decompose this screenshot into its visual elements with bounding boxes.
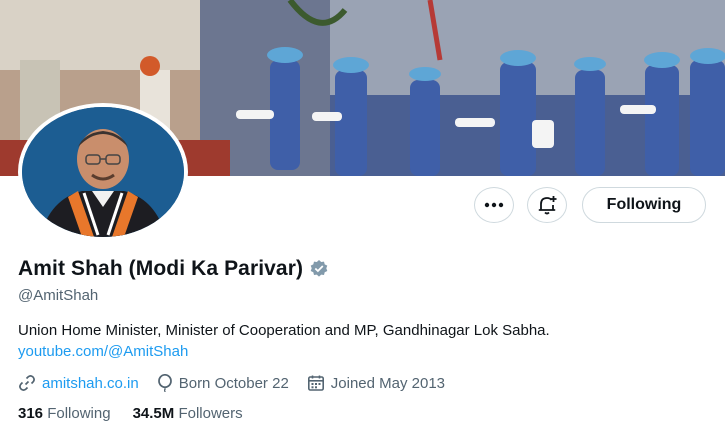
bell-plus-icon xyxy=(536,194,558,216)
followers-count: 34.5M xyxy=(132,405,175,422)
profile-name: Amit Shah (Modi Ka Parivar) xyxy=(18,257,304,280)
following-label: Following xyxy=(47,405,111,422)
followers-label: Followers xyxy=(178,405,243,422)
profile-handle: @AmitShah xyxy=(18,287,99,304)
profile-name-row: Amit Shah (Modi Ka Parivar) xyxy=(18,257,329,281)
website-link[interactable]: amitshah.co.in xyxy=(42,375,139,392)
profile-bio: Union Home Minister, Minister of Coopera… xyxy=(18,322,550,339)
website-item: amitshah.co.in xyxy=(18,374,139,392)
followers-stat[interactable]: 34.5M Followers xyxy=(133,405,243,422)
calendar-icon xyxy=(307,374,325,392)
avatar-image xyxy=(22,107,184,237)
following-stat[interactable]: 316 Following xyxy=(18,405,111,422)
more-icon xyxy=(484,202,504,208)
notifications-button[interactable] xyxy=(527,187,567,223)
more-button[interactable] xyxy=(474,187,514,223)
profile-stats: 316 Following 34.5M Followers xyxy=(18,405,265,422)
profile-meta: amitshah.co.in Born October 22 Joined Ma… xyxy=(18,374,463,392)
birthday-text: Born October 22 xyxy=(178,374,289,392)
balloon-icon xyxy=(157,374,173,392)
joined-item: Joined May 2013 xyxy=(307,374,445,392)
link-icon xyxy=(18,374,36,392)
joined-text: Joined May 2013 xyxy=(330,374,446,392)
bio-youtube-link[interactable]: youtube.com/@AmitShah xyxy=(18,343,188,360)
verified-badge-icon xyxy=(309,259,329,279)
profile-avatar[interactable] xyxy=(18,103,188,241)
following-count: 316 xyxy=(18,405,44,422)
following-button[interactable]: Following xyxy=(582,187,706,223)
birthday-item: Born October 22 xyxy=(157,374,289,392)
